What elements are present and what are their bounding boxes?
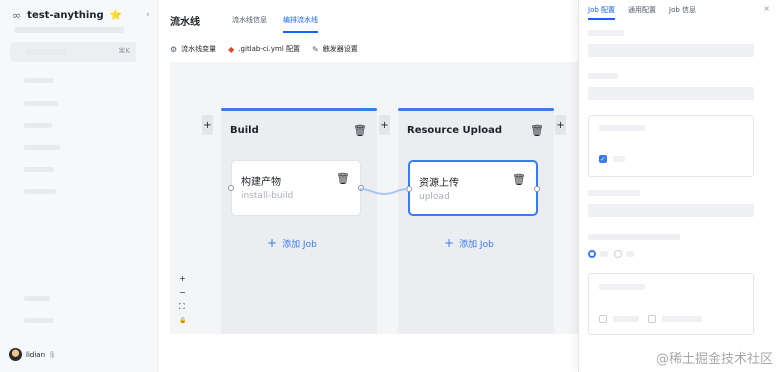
sidebar-item[interactable] — [24, 123, 52, 128]
delete-job-icon[interactable]: 🗑 — [336, 172, 350, 185]
artifacts-box — [588, 273, 754, 335]
search-shortcut: ⌘K — [118, 47, 130, 55]
add-stage-after-button[interactable]: + — [555, 115, 566, 135]
options-box: ✓ — [588, 115, 754, 177]
person-icon: ꆜ — [49, 351, 56, 360]
job-port-out[interactable] — [534, 186, 540, 192]
page-title: 流水线 — [170, 17, 200, 28]
delete-job-icon[interactable]: 🗑 — [512, 173, 526, 186]
field-label — [599, 125, 645, 131]
field-label — [588, 234, 680, 240]
checkbox-label — [613, 156, 625, 162]
avatar — [9, 348, 22, 361]
field-label — [588, 190, 640, 196]
stage-build: Build 🗑 构建产物 install-build 🗑 + 添加 Job — [221, 108, 377, 334]
add-stage-before-button[interactable]: + — [202, 115, 213, 135]
project-name: test-anything — [27, 10, 104, 21]
add-job-button[interactable]: + 添加 Job — [444, 237, 494, 250]
stage-bar — [398, 108, 554, 111]
sidebar-item[interactable] — [24, 78, 54, 83]
field-label — [588, 30, 624, 36]
checkbox-checked[interactable]: ✓ — [599, 155, 607, 163]
sidebar: ∞ test-anything ⭐ ‹ ⌘K lidian ꆜ — [0, 0, 158, 372]
checkbox[interactable] — [599, 315, 607, 323]
delete-stage-icon[interactable]: 🗑 — [530, 124, 544, 137]
checkbox-label — [662, 316, 702, 322]
job-card-selected[interactable]: 资源上传 upload 🗑 — [406, 160, 540, 216]
page-header: 流水线 流水线信息 编排流水线 ⚙ 流水线变量 ◆ .gitlab-ci.yml… — [158, 0, 578, 62]
zoom-out-icon[interactable]: − — [179, 288, 186, 298]
plus-icon: + — [267, 236, 278, 250]
user-profile[interactable]: lidian ꆜ — [9, 348, 55, 361]
job-id: install-build — [241, 191, 294, 201]
pipeline-canvas[interactable]: + Build 🗑 构建产物 install-build 🗑 + 添加 Job … — [170, 62, 578, 334]
add-job-label: 添加 Job — [282, 240, 317, 250]
job-name: 资源上传 — [419, 178, 459, 189]
tab-job-info[interactable]: Job 信息 — [669, 5, 696, 20]
search-placeholder — [26, 49, 66, 55]
gitlab-icon: ◆ — [228, 44, 235, 54]
field-label — [588, 73, 618, 79]
plus-icon: + — [444, 236, 455, 250]
job-card[interactable]: 构建产物 install-build 🗑 — [228, 160, 364, 216]
stage-resource-upload: Resource Upload 🗑 资源上传 upload 🗑 + 添加 Job — [398, 108, 554, 334]
pipeline-variables-button[interactable]: ⚙ 流水线变量 — [170, 44, 216, 54]
sidebar-item[interactable] — [24, 189, 56, 194]
gitlab-ci-config-label: .gitlab-ci.yml 配置 — [238, 45, 301, 53]
checkbox[interactable] — [648, 315, 656, 323]
radio-label — [600, 251, 608, 257]
sidebar-item[interactable] — [24, 167, 54, 172]
sidebar-item[interactable] — [24, 145, 60, 150]
delete-stage-icon[interactable]: 🗑 — [353, 124, 367, 137]
stage-name: Resource Upload — [407, 125, 503, 136]
radio-label — [626, 251, 634, 257]
pipeline-variables-label: 流水线变量 — [181, 45, 217, 53]
user-name: lidian — [26, 350, 46, 359]
star-icon: ⭐ — [109, 10, 123, 21]
job-config-panel: Job 配置 通用配置 Job 信息 × ✓ — [578, 0, 779, 372]
trigger-settings-button[interactable]: ✎ 触发器设置 — [312, 44, 358, 54]
add-job-button[interactable]: + 添加 Job — [267, 237, 317, 250]
gitlab-ci-config-button[interactable]: ◆ .gitlab-ci.yml 配置 — [228, 44, 300, 54]
panel-tabs: Job 配置 通用配置 Job 信息 — [588, 5, 696, 20]
job-connector-line — [359, 188, 409, 196]
sidebar-search[interactable]: ⌘K — [10, 42, 136, 62]
zoom-in-icon[interactable]: + — [179, 274, 186, 284]
radio-selected[interactable] — [588, 250, 596, 258]
stage-bar — [221, 108, 377, 111]
tab-job-config[interactable]: Job 配置 — [588, 5, 616, 20]
job-name: 构建产物 — [241, 177, 281, 188]
script-input[interactable] — [588, 204, 754, 217]
add-job-label: 添加 Job — [459, 240, 494, 250]
gear-icon: ⚙ — [170, 44, 178, 54]
collapse-sidebar-icon[interactable]: ‹ — [146, 10, 150, 20]
job-name-input[interactable] — [588, 44, 754, 57]
field-label — [599, 284, 645, 290]
page-tabs: 流水线信息 编排流水线 — [232, 15, 318, 33]
trigger-settings-label: 触发器设置 — [322, 45, 358, 53]
job-port-in[interactable] — [228, 185, 234, 191]
toolbar: ⚙ 流水线变量 ◆ .gitlab-ci.yml 配置 ✎ 触发器设置 — [170, 44, 358, 54]
radio-option[interactable] — [614, 250, 622, 258]
job-id: upload — [419, 192, 450, 202]
tab-edit-pipeline[interactable]: 编排流水线 — [283, 15, 318, 33]
infinity-icon: ∞ — [12, 9, 22, 22]
close-icon[interactable]: × — [763, 4, 770, 13]
sidebar-item[interactable] — [24, 318, 54, 323]
sidebar-item[interactable] — [24, 101, 58, 106]
stage-name: Build — [230, 125, 259, 136]
fit-view-icon[interactable]: ⛶ — [179, 302, 186, 312]
edit-icon: ✎ — [312, 44, 319, 54]
zoom-controls: + − ⛶ 🔒 — [179, 274, 186, 326]
project-switcher[interactable]: ∞ test-anything ⭐ — [12, 9, 122, 22]
tab-general-config[interactable]: 通用配置 — [628, 5, 656, 20]
project-subtitle-placeholder — [14, 27, 124, 33]
tab-pipeline-info[interactable]: 流水线信息 — [232, 15, 267, 33]
sidebar-item[interactable] — [24, 296, 50, 301]
lock-icon[interactable]: 🔒 — [179, 316, 186, 326]
stage-select[interactable] — [588, 87, 754, 100]
watermark: @稀土掘金技术社区 — [655, 352, 773, 367]
add-stage-between-button[interactable]: + — [379, 115, 390, 135]
checkbox-label — [613, 316, 639, 322]
